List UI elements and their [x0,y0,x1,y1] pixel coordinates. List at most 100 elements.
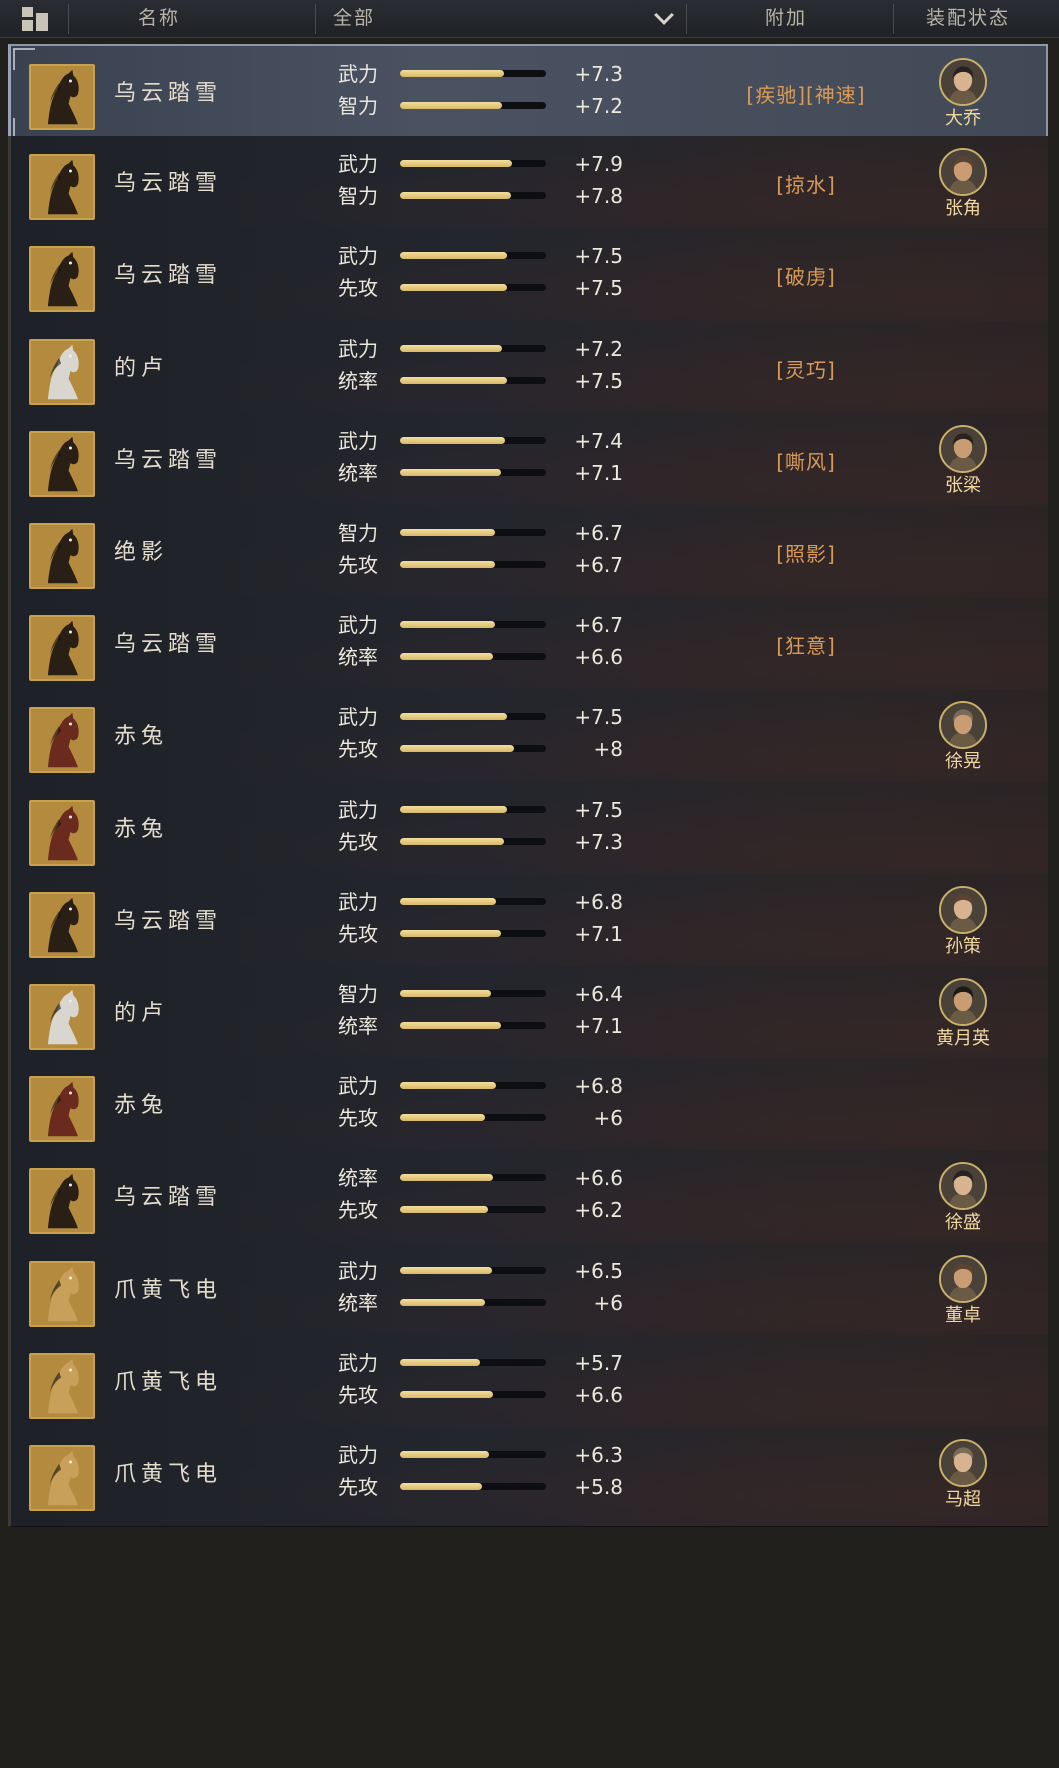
equipped-general[interactable]: 孙策 [923,886,1003,958]
stat-value: +6.7 [574,521,623,545]
stat-value: +5.8 [574,1475,623,1499]
grid-view-icon[interactable] [22,7,48,31]
equipped-general[interactable]: 马超 [923,1439,1003,1511]
name-column-header[interactable]: 名称 [138,0,180,38]
horse-row[interactable]: 爪黄飞电 武力 +5.7 先攻 +6.6 [8,1335,1048,1435]
horse-row[interactable]: 赤兔 武力 +7.5 先攻 +8 徐晃 [8,689,1048,789]
equipped-general[interactable]: 大乔 [923,58,1003,130]
stat-label: 智力 [338,521,378,545]
stat-value: +6.6 [574,1166,623,1190]
stat-bar [400,345,546,352]
chevron-down-icon [654,5,674,25]
stat-bar [400,1114,546,1121]
equipped-general[interactable]: 徐盛 [923,1162,1003,1234]
stat-bar [400,1483,546,1490]
horse-row[interactable]: 赤兔 武力 +6.8 先攻 +6 [8,1058,1048,1158]
horse-icon [29,1261,95,1327]
stat-bar [400,252,546,259]
stat-primary: 武力 +7.9 [338,152,638,176]
stat-bar [400,1082,546,1089]
horse-name: 乌云踏雪 [114,263,223,288]
stat-primary: 武力 +6.7 [338,613,638,637]
stat-value: +6.6 [574,645,623,669]
horse-name: 绝影 [114,540,169,565]
stat-bar [400,1391,546,1398]
stat-label: 统率 [338,1291,378,1315]
stat-bar [400,1267,546,1274]
general-portrait-avatar [939,1162,987,1210]
horse-name: 的卢 [114,1001,169,1026]
equipped-general[interactable]: 张角 [923,148,1003,220]
stat-value: +6 [593,1106,623,1130]
equipped-general[interactable]: 徐晃 [923,701,1003,773]
stat-secondary: 统率 +7.1 [338,1014,638,1038]
horse-row[interactable]: 爪黄飞电 武力 +6.5 统率 +6 董卓 [8,1243,1048,1343]
horse-icon [29,892,95,958]
stat-bar [400,1451,546,1458]
stat-primary: 武力 +6.5 [338,1259,638,1283]
stat-bar [400,930,546,937]
stat-secondary: 统率 +6 [338,1291,638,1315]
equipped-general[interactable]: 黄月英 [923,978,1003,1050]
stat-bar [400,529,546,536]
bonus-skill: [狂意] [776,634,836,658]
horse-row[interactable]: 绝影 智力 +6.7 先攻 +6.7 [照影] [8,505,1048,605]
bonus-skill: [灵巧] [776,358,836,382]
stat-label: 武力 [338,798,378,822]
stat-label: 武力 [338,1351,378,1375]
general-name: 张梁 [945,475,981,496]
stat-secondary: 先攻 +6.6 [338,1383,638,1407]
horse-name: 乌云踏雪 [114,81,223,106]
bonus-skill: [照影] [776,542,836,566]
horse-name: 乌云踏雪 [114,448,223,473]
stat-label: 智力 [338,94,378,118]
equipped-general[interactable]: 董卓 [923,1255,1003,1327]
stat-label: 统率 [338,1166,378,1190]
stat-label: 先攻 [338,922,378,946]
stat-value: +6.5 [574,1259,623,1283]
horse-row[interactable]: 乌云踏雪 武力 +7.3 智力 +7.2 [疾驰][神速] 大乔 [8,44,1048,144]
stat-primary: 武力 +7.4 [338,429,638,453]
stat-bar [400,160,546,167]
stat-value: +8 [593,737,623,761]
stat-value: +7.1 [574,922,623,946]
bonus-skill [631,1335,981,1435]
stat-label: 先攻 [338,830,378,854]
horse-row[interactable]: 的卢 武力 +7.2 统率 +7.5 [灵巧] [8,321,1048,421]
stat-value: +6.7 [574,553,623,577]
horse-icon [29,431,95,497]
horse-row[interactable]: 的卢 智力 +6.4 统率 +7.1 黄月英 [8,966,1048,1066]
equipped-general[interactable]: 张梁 [923,425,1003,497]
horse-name: 爪黄飞电 [114,1278,223,1303]
horse-row[interactable]: 爪黄飞电 武力 +6.3 先攻 +5.8 马超 [8,1427,1048,1527]
horse-icon [29,246,95,312]
stat-bar [400,469,546,476]
stat-bar [400,70,546,77]
stat-bar [400,806,546,813]
horse-row[interactable]: 乌云踏雪 武力 +6.8 先攻 +7.1 孙策 [8,874,1048,974]
general-name: 徐晃 [945,751,981,772]
stat-label: 统率 [338,461,378,485]
horse-row[interactable]: 乌云踏雪 武力 +6.7 统率 +6.6 [狂意] [8,597,1048,697]
stat-value: +7.2 [574,337,623,361]
horse-row[interactable]: 乌云踏雪 统率 +6.6 先攻 +6.2 徐盛 [8,1150,1048,1250]
stat-bar [400,653,546,660]
list-header: 名称 全部 附加 装配状态 [0,0,1059,38]
general-name: 孙策 [945,936,981,957]
horse-row[interactable]: 赤兔 武力 +7.5 先攻 +7.3 [8,782,1048,882]
stat-value: +6 [593,1291,623,1315]
bonus-skill [631,1058,981,1158]
horse-name: 赤兔 [114,724,169,749]
horse-name: 乌云踏雪 [114,632,223,657]
general-portrait-avatar [939,425,987,473]
stat-value: +7.4 [574,429,623,453]
stat-bar [400,621,546,628]
stat-secondary: 先攻 +5.8 [338,1475,638,1499]
attribute-filter-dropdown[interactable]: 全部 [333,0,683,38]
horse-name: 乌云踏雪 [114,909,223,934]
horse-row[interactable]: 乌云踏雪 武力 +7.5 先攻 +7.5 [破虏] [8,228,1048,328]
bonus-skill: [破虏] [776,265,836,289]
stat-primary: 武力 +7.3 [338,62,638,86]
horse-row[interactable]: 乌云踏雪 武力 +7.4 统率 +7.1 [嘶风] 张梁 [8,413,1048,513]
horse-row[interactable]: 乌云踏雪 武力 +7.9 智力 +7.8 [掠水] 张角 [8,136,1048,236]
